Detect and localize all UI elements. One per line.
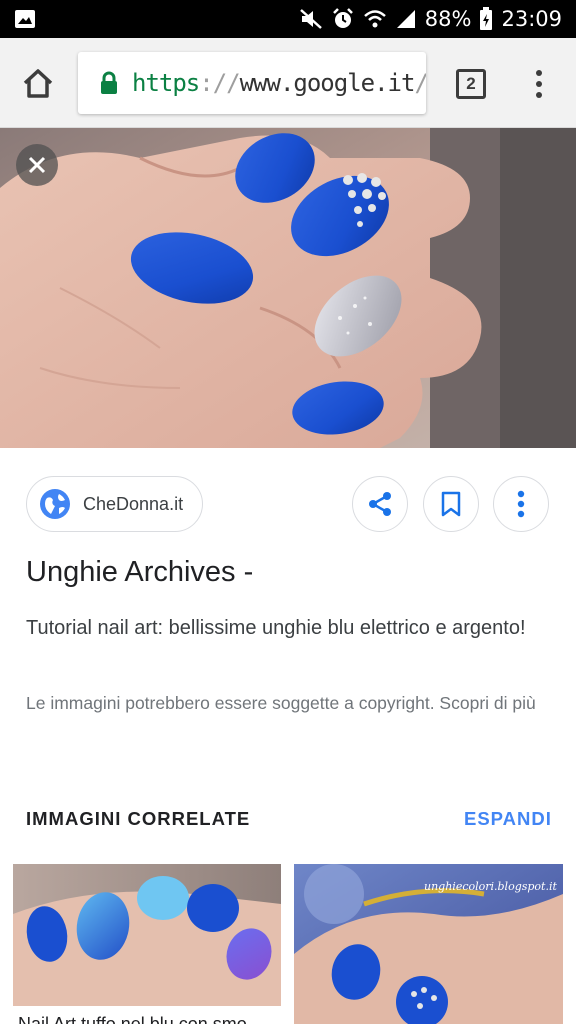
home-button[interactable] xyxy=(18,64,58,104)
result-description: Tutorial nail art: bellissime unghie blu… xyxy=(26,617,526,639)
expand-link[interactable]: ESPANDI xyxy=(464,808,552,830)
alarm-icon xyxy=(331,7,355,31)
clock-time: 23:09 xyxy=(501,7,562,31)
result-image[interactable] xyxy=(0,128,576,448)
globe-icon xyxy=(40,489,70,519)
menu-dot-icon xyxy=(536,92,542,98)
gallery-icon xyxy=(14,9,36,29)
browser-toolbar: https://www.google.it/se 2 xyxy=(0,38,576,128)
close-icon xyxy=(28,156,46,174)
source-chip[interactable]: CheDonna.it xyxy=(26,476,203,532)
menu-dot-icon xyxy=(536,70,542,76)
mute-icon xyxy=(299,8,323,30)
share-button[interactable] xyxy=(352,476,408,532)
lock-icon xyxy=(100,71,118,95)
url-separator: :// xyxy=(199,69,240,97)
url-path: /se xyxy=(414,69,426,97)
related-image-caption[interactable]: Nail Art tuffo nel blu con smo xyxy=(18,1014,280,1024)
menu-dot-icon xyxy=(536,81,542,87)
tab-switcher-button[interactable]: 2 xyxy=(456,69,486,99)
more-options-button[interactable] xyxy=(493,476,549,532)
url-bar[interactable]: https://www.google.it/se xyxy=(78,52,426,114)
related-image-thumbnail[interactable] xyxy=(13,864,281,1006)
url-host: www.google.it xyxy=(239,69,416,97)
url-scheme: https xyxy=(132,69,200,97)
caption-text: Nail Art tuffo nel blu con smo xyxy=(18,1014,247,1024)
url-text: https://www.google.it/se xyxy=(132,69,426,97)
copyright-notice[interactable]: Le immagini potrebbero essere soggette a… xyxy=(26,688,546,719)
browser-menu-button[interactable] xyxy=(526,66,552,102)
battery-icon xyxy=(479,7,493,31)
close-button[interactable] xyxy=(16,144,58,186)
image-watermark: unghiecolori.blogspot.it xyxy=(424,880,557,893)
wifi-icon xyxy=(363,8,387,30)
result-title[interactable]: Unghie Archives - xyxy=(26,556,253,589)
home-icon xyxy=(23,69,53,98)
bookmark-icon xyxy=(441,491,461,517)
more-vert-icon xyxy=(517,490,525,518)
source-name: CheDonna.it xyxy=(83,493,184,514)
save-button[interactable] xyxy=(423,476,479,532)
share-icon xyxy=(369,492,391,516)
status-bar: 88% 23:09 xyxy=(0,0,576,38)
battery-percent: 88% xyxy=(424,7,472,31)
related-images-heading: IMMAGINI CORRELATE xyxy=(26,808,251,829)
signal-icon xyxy=(395,8,417,30)
